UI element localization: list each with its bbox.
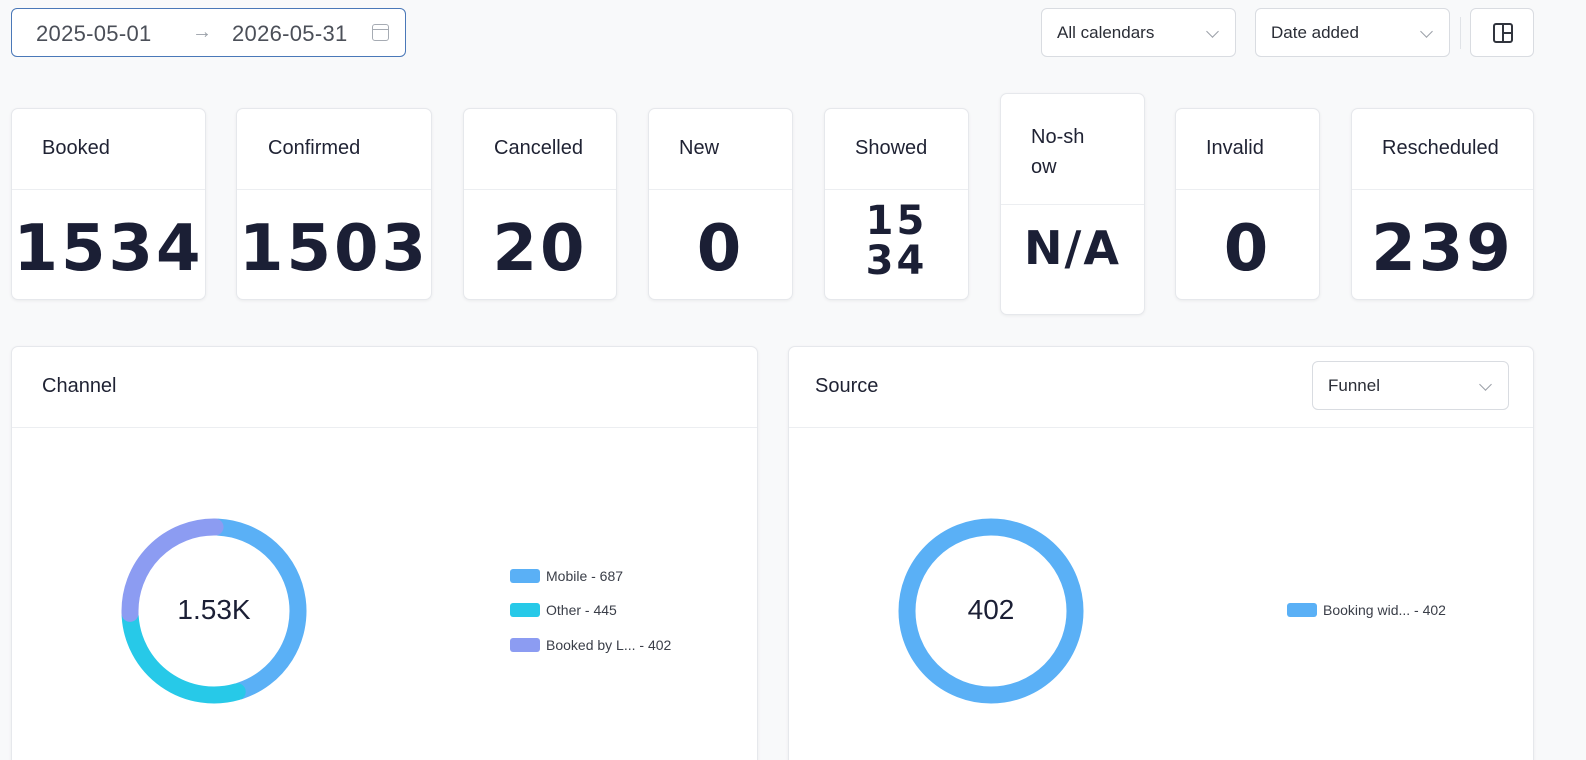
- channel-panel: Channel 1.53K Mobile - 687 Other - 445 B…: [11, 346, 758, 760]
- calendar-icon[interactable]: [372, 24, 389, 41]
- legend-swatch: [1287, 603, 1317, 617]
- stat-value: 0: [1223, 212, 1272, 286]
- channel-total: 1.53K: [177, 594, 251, 625]
- stat-card-rescheduled: Rescheduled 239: [1351, 108, 1534, 300]
- chevron-down-icon: [1206, 25, 1219, 38]
- toolbar-divider: [1460, 17, 1461, 49]
- stat-label: Confirmed: [268, 137, 361, 159]
- legend-label: Booked by L... - 402: [546, 637, 672, 653]
- channel-slice-1[interactable]: [121, 607, 246, 704]
- source-total: 402: [967, 594, 1015, 625]
- panel-title: Source: [815, 375, 879, 397]
- stat-value: 1534: [865, 198, 928, 284]
- stat-value: 0: [696, 212, 745, 286]
- stat-label: Booked: [42, 137, 110, 159]
- stat-divider: [649, 189, 792, 190]
- panel-divider: [12, 427, 757, 428]
- stat-divider: [1352, 189, 1533, 190]
- calendar-select[interactable]: All calendars: [1041, 8, 1236, 57]
- stat-label: No-show: [1031, 126, 1085, 178]
- stat-card-no-show: No-show N/A: [1000, 93, 1145, 315]
- stat-value: 1503: [238, 212, 430, 286]
- source-type-value: Funnel: [1328, 376, 1380, 395]
- source-legend-item-booking-widget[interactable]: Booking wid... - 402: [1287, 602, 1446, 618]
- channel-legend-item-mobile[interactable]: Mobile - 687: [510, 568, 623, 584]
- source-panel: Source Funnel 402 Booking wid... - 402: [788, 346, 1534, 760]
- stat-value: 1534: [13, 212, 204, 286]
- stat-divider: [237, 189, 431, 190]
- stat-divider: [1001, 204, 1144, 205]
- stat-card-invalid: Invalid 0: [1175, 108, 1320, 300]
- date-filter-value: Date added: [1271, 23, 1359, 42]
- legend-label: Other - 445: [546, 602, 617, 618]
- stat-divider: [825, 189, 968, 190]
- legend-swatch: [510, 603, 540, 617]
- stat-card-cancelled: Cancelled 20: [463, 108, 617, 300]
- date-end[interactable]: 2026-05-31: [232, 21, 348, 47]
- chevron-down-icon: [1479, 378, 1492, 391]
- stat-card-booked: Booked 1534: [11, 108, 206, 300]
- layout-toggle-button[interactable]: [1470, 8, 1534, 57]
- legend-swatch: [510, 638, 540, 652]
- panel-divider: [789, 427, 1533, 428]
- stat-value: N/A: [1024, 221, 1121, 275]
- date-start[interactable]: 2025-05-01: [36, 21, 152, 47]
- calendar-select-value: All calendars: [1057, 23, 1155, 42]
- stat-divider: [12, 189, 205, 190]
- stat-label: Invalid: [1206, 137, 1264, 159]
- legend-swatch: [510, 569, 540, 583]
- channel-legend-item-booked-by[interactable]: Booked by L... - 402: [510, 637, 671, 653]
- stat-divider: [464, 189, 616, 190]
- stat-card-new: New 0: [648, 108, 793, 300]
- date-range-picker[interactable]: 2025-05-01 → 2026-05-31: [11, 8, 406, 57]
- arrow-right-icon: →: [192, 21, 212, 43]
- panel-title: Channel: [42, 375, 117, 397]
- stat-label: Showed: [855, 137, 928, 159]
- stat-value: 239: [1371, 212, 1514, 286]
- stat-value: 20: [492, 212, 588, 286]
- chevron-down-icon: [1420, 25, 1433, 38]
- legend-label: Mobile - 687: [546, 568, 624, 584]
- stat-label: Rescheduled: [1382, 137, 1499, 159]
- stat-label: Cancelled: [494, 137, 583, 159]
- stat-divider: [1176, 189, 1319, 190]
- stat-label: New: [679, 137, 720, 159]
- channel-legend-item-other[interactable]: Other - 445: [510, 602, 617, 618]
- stat-card-confirmed: Confirmed 1503: [236, 108, 432, 300]
- source-type-select[interactable]: Funnel: [1312, 361, 1509, 410]
- layout-icon: [1493, 23, 1513, 43]
- stat-card-showed: Showed 1534: [824, 108, 969, 300]
- date-filter-select[interactable]: Date added: [1255, 8, 1450, 57]
- legend-label: Booking wid... - 402: [1323, 602, 1446, 618]
